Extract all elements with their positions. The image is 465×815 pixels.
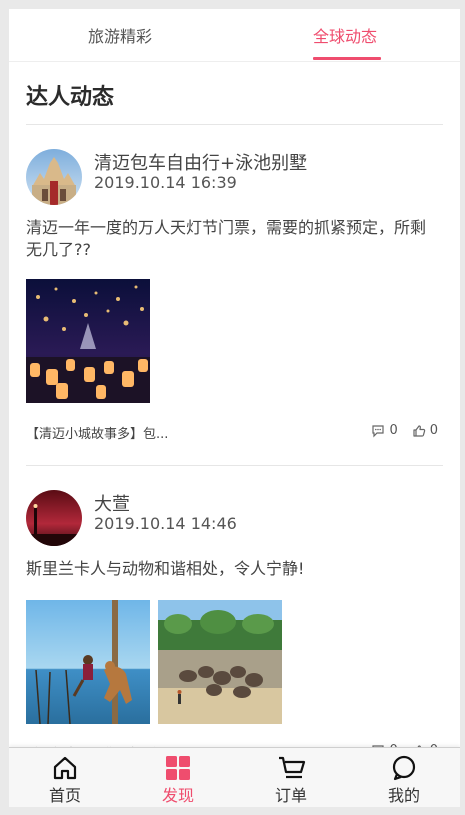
post-photo-lanterns[interactable]: [26, 279, 150, 403]
discover-grid-icon: [165, 755, 191, 781]
profile-chat-icon: [391, 755, 417, 781]
avatar[interactable]: [26, 490, 82, 546]
nav-orders[interactable]: 订单: [235, 748, 347, 807]
post-content: 清迈一年一度的万人天灯节门票，需要的抓紧预定，所剩无几了??: [26, 218, 427, 259]
section-title: 达人动态: [26, 85, 115, 110]
cart-icon: [278, 755, 306, 781]
post-card[interactable]: 大萱 2019.10.14 14:46 斯里兰卡人与动物和谐相处，令人宁静!: [26, 490, 443, 780]
comment-icon[interactable]: [371, 424, 385, 438]
post-card[interactable]: 清迈包车自由行+泳池别墅 2019.10.14 16:39 清迈一年一度的万人天…: [26, 149, 443, 449]
active-tab-indicator: [313, 57, 381, 60]
post-source[interactable]: 【清迈小城故事多】包...: [26, 423, 168, 442]
post-time: 2019.10.14 16:39: [94, 173, 237, 192]
nav-label: 我的: [387, 786, 420, 805]
top-tabs: 旅游精彩 全球动态: [9, 9, 460, 62]
tab-travel-highlights[interactable]: 旅游精彩: [88, 23, 152, 47]
nav-label: 订单: [274, 786, 307, 805]
nav-profile[interactable]: 我的: [348, 748, 460, 807]
post-stats: 0 0: [371, 423, 438, 438]
post-photo-stilt-fishing[interactable]: [26, 600, 150, 724]
nav-discover[interactable]: 发现: [122, 748, 234, 807]
divider: [26, 124, 443, 125]
nav-label: 首页: [48, 786, 81, 805]
nav-label: 发现: [161, 786, 194, 805]
avatar[interactable]: [26, 149, 82, 205]
post-author[interactable]: 清迈包车自由行+泳池别墅: [94, 149, 307, 175]
post-time: 2019.10.14 14:46: [94, 514, 237, 533]
app-frame: 旅游精彩 全球动态 达人动态 清迈包车自由行+泳池别墅 2019.10.14 1…: [9, 9, 460, 807]
post-content: 斯里兰卡人与动物和谐相处，令人宁静!: [26, 559, 305, 578]
post-footer: 【清迈小城故事多】包... 0 0: [26, 423, 438, 443]
bottom-nav: 首页 发现 订单 我的: [9, 747, 460, 807]
post-author[interactable]: 大萱: [94, 490, 130, 516]
tab-global-news[interactable]: 全球动态: [313, 23, 377, 47]
divider: [26, 465, 443, 466]
comment-count: 0: [389, 423, 398, 438]
like-icon[interactable]: [412, 424, 426, 438]
home-icon: [52, 755, 78, 781]
like-count: 0: [429, 423, 438, 438]
post-photo-elephants[interactable]: [158, 600, 282, 724]
nav-home[interactable]: 首页: [9, 748, 121, 807]
